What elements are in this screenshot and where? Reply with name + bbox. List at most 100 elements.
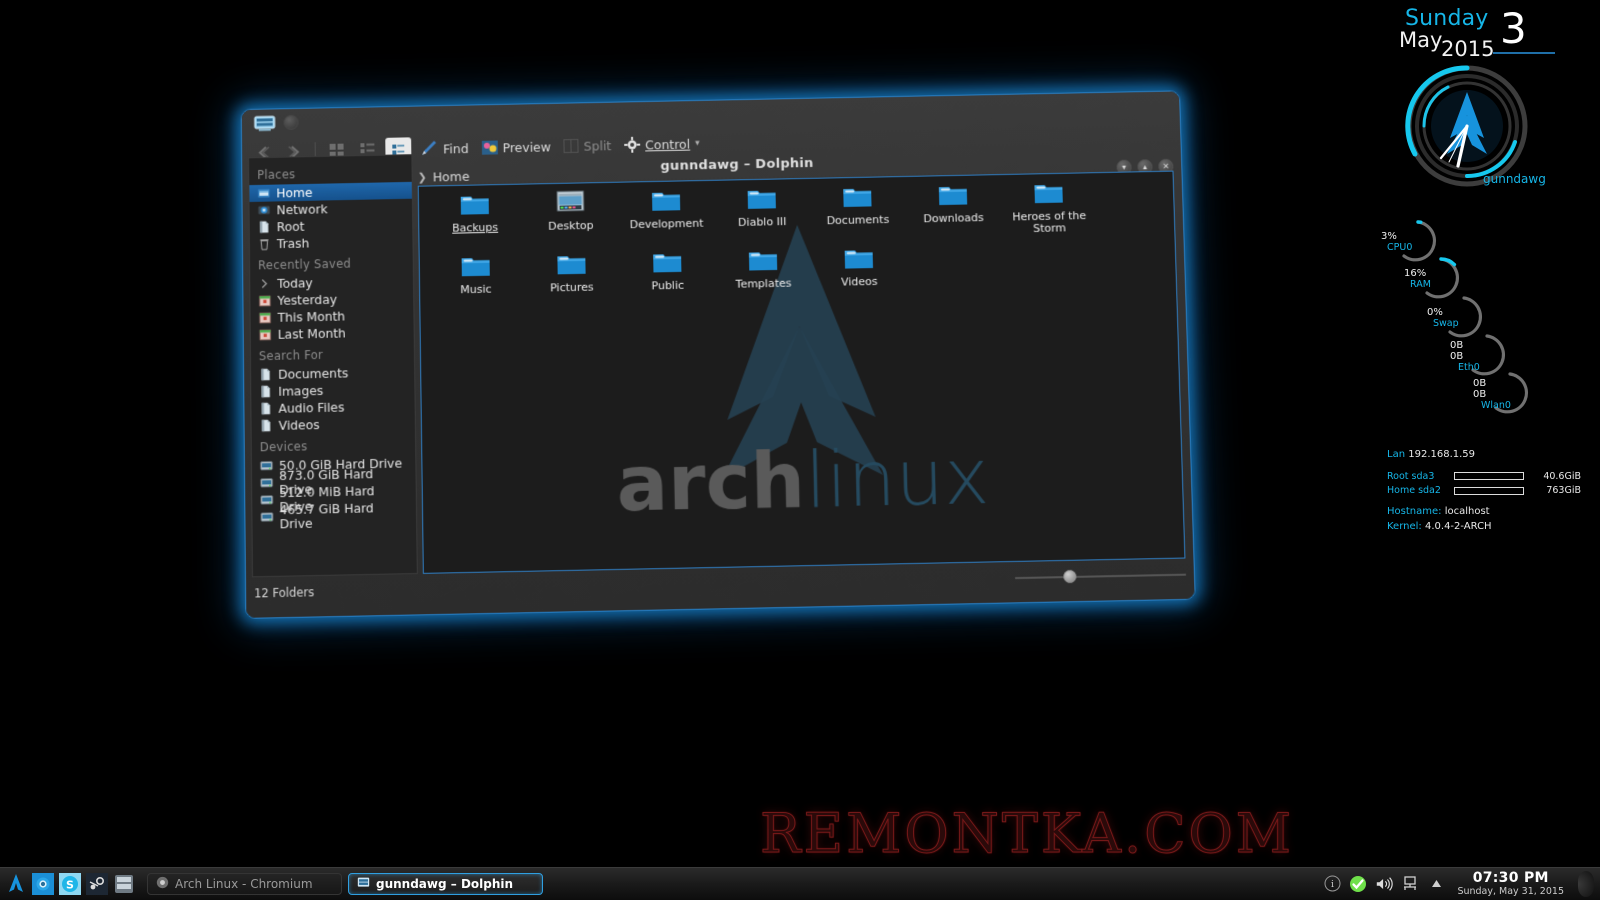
folder-item[interactable]: Downloads [905,181,1002,240]
sidebar-item-label: Audio Files [278,400,344,415]
disk-row: Home sda2 763GiB [1387,484,1600,498]
control-label: Control [645,136,690,152]
network-icon[interactable] [1401,875,1419,893]
folder-icon [842,184,873,213]
chevron-down-icon[interactable]: ▾ [695,138,700,148]
folder-item[interactable]: Diablo III [714,185,811,244]
drive-icon [260,459,273,472]
site-watermark: REMONTKA.COM [760,802,1550,864]
disk-bar [1454,487,1524,495]
sidebar-section-header: Devices [252,431,416,457]
folder-icon [748,247,779,276]
net-label: Wlan0 [1481,400,1511,411]
window-menu-dot[interactable] [284,115,299,130]
calendar-icon [259,311,272,324]
taskbar-button[interactable]: Arch Linux - Chromium [147,873,342,895]
folder-item[interactable]: Heroes of the Storm [1000,179,1097,238]
taskbar-button[interactable]: gunndawg – Dolphin [348,873,543,895]
chromium-icon[interactable] [30,871,56,897]
folder-icon [461,253,491,282]
arch-menu-icon[interactable] [2,871,29,898]
breadcrumb-home[interactable]: Home [433,169,470,185]
hostname-label: Hostname: [1387,506,1442,517]
folder-icon [652,249,682,278]
desktop[interactable]: gunndawg – Dolphin ▾ ▴ ✕ [0,0,1600,900]
dolphin-window[interactable]: gunndawg – Dolphin ▾ ▴ ✕ [243,98,1188,608]
folder-icon [556,251,586,280]
folder-item[interactable]: Templates [715,246,812,306]
folder-item[interactable]: Public [619,248,716,308]
document-icon [259,385,272,398]
lan-row: Lan 192.168.1.59 [1387,448,1600,463]
system-tray[interactable]: i 07:30 PM Sunday, May 31, 2015 [1323,871,1600,897]
taskbar-panel[interactable]: S Arch Linux - Chromium gunndawg – Dolphi… [0,867,1600,900]
svg-text:archlinux: archlinux [615,432,989,528]
folder-item[interactable]: Documents [809,183,906,242]
sidebar-item-label: Home [276,185,312,200]
calendar-icon [259,328,272,341]
split-icon [564,139,579,153]
folder-label: Diablo III [738,216,786,229]
sidebar-item-label: Last Month [278,326,346,341]
zoom-slider-knob[interactable] [1063,570,1076,583]
conky-widget: Sunday May 2015 3 gunndawg 3 [1375,0,1600,560]
calendar-icon [258,294,271,307]
sidebar-item-465-7-gib-hard-drive[interactable]: 465.7 GiB Hard Drive [252,505,416,525]
filemanager-icon[interactable] [111,871,137,897]
places-sidebar[interactable]: PlacesHomeNetworkRootTrashRecently Saved… [248,154,418,577]
drive-icon [260,476,273,489]
skype-icon[interactable]: S [57,871,83,897]
folder-item[interactable]: Videos [811,244,908,304]
desktop-icon [555,189,585,218]
svg-text:i: i [1331,880,1334,890]
disk-label: Home sda2 [1387,484,1449,498]
folder-label: Videos [841,276,878,289]
disk-rows: Root sda3 40.6GiBHome sda2 763GiB [1387,470,1600,499]
sidebar-section-header: Places [249,159,412,185]
steam-icon[interactable] [84,871,110,897]
panel-edge-handle[interactable] [1578,871,1594,897]
folder-icon [1033,180,1064,209]
find-action[interactable]: Find [416,140,473,157]
breadcrumb[interactable]: ❯ Home [418,169,470,185]
status-text: 12 Folders [254,585,314,600]
folder-item[interactable]: Desktop [522,189,619,249]
check-icon[interactable] [1349,875,1367,893]
sidebar-item-label: Images [278,383,323,398]
drive-icon [260,510,273,523]
folder-item[interactable]: Music [428,252,525,312]
conky-clock [1403,62,1531,190]
folder-label: Desktop [548,220,593,233]
sidebar-item-label: Videos [279,418,320,433]
folder-item[interactable]: Backups [427,191,524,251]
folder-icon [747,185,777,214]
control-action[interactable]: Control ▾ [620,135,704,152]
info-icon[interactable]: i [1323,875,1341,893]
file-view[interactable]: archlinux archlinux Backups Desktop Deve… [418,171,1186,574]
panel-clock[interactable]: 07:30 PM Sunday, May 31, 2015 [1453,871,1570,897]
volume-icon[interactable] [1375,875,1393,893]
folder-item[interactable]: Development [618,187,715,246]
task-list[interactable]: Arch Linux - Chromium gunndawg – Dolphin [147,873,543,895]
kernel-row: Kernel: 4.0.4-2-ARCH [1387,520,1600,535]
lan-ip: 192.168.1.59 [1408,449,1475,460]
folder-label: Music [460,284,491,297]
net-down: 0B [1450,351,1463,362]
net-up: 0B [1450,340,1463,351]
conky-month: May [1399,28,1442,52]
folder-grid[interactable]: Backups Desktop Development Diablo III D… [427,178,1169,316]
disk-label: Root sda3 [1387,470,1449,484]
gauge-label: CPU0 [1387,242,1412,253]
folder-item[interactable]: Pictures [523,250,620,310]
conky-year: 2015 [1441,37,1494,61]
kernel-value: 4.0.4-2-ARCH [1425,521,1492,532]
document-icon [259,368,272,381]
clock-time: 07:30 PM [1457,871,1564,887]
preview-action[interactable]: Preview [477,139,555,155]
conky-username: gunndawg [1483,172,1546,186]
split-action[interactable]: Split [560,138,616,154]
hostname-row: Hostname: localhost [1387,505,1600,520]
expand-icon[interactable] [1427,875,1445,893]
sidebar-item-label: Trash [277,236,310,251]
zoom-slider[interactable] [1015,568,1186,586]
